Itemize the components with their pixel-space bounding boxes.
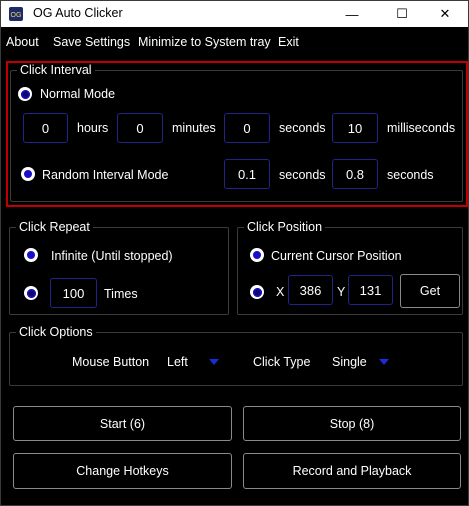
click-type-label: Click Type: [253, 355, 311, 369]
hours-label: hours: [77, 121, 109, 135]
seconds-label: seconds: [279, 121, 326, 135]
hours-input[interactable]: 0: [23, 113, 68, 143]
times-input[interactable]: 100: [50, 278, 97, 308]
click-position-legend: Click Position: [244, 220, 326, 234]
minutes-label: minutes: [172, 121, 216, 135]
milliseconds-input[interactable]: 10: [332, 113, 378, 143]
random-min-input[interactable]: 0.1: [224, 159, 270, 189]
y-input[interactable]: 131: [348, 275, 393, 305]
random-max-label: seconds: [387, 168, 434, 182]
menu-save-settings[interactable]: Save Settings: [53, 35, 130, 49]
click-options-legend: Click Options: [16, 325, 96, 339]
random-min-label: seconds: [279, 168, 326, 182]
mouse-button-label: Mouse Button: [72, 355, 150, 369]
menu-about[interactable]: About: [6, 35, 39, 49]
stop-button[interactable]: Stop (8): [243, 406, 461, 441]
change-hotkeys-button[interactable]: Change Hotkeys: [13, 453, 232, 489]
app-icon: OG: [9, 7, 23, 21]
title-bar[interactable]: OG OG Auto Clicker — ☐ ✕: [1, 1, 468, 27]
click-type-select[interactable]: Single: [332, 352, 392, 374]
pick-location-radio[interactable]: [250, 285, 264, 299]
click-type-value: Single: [332, 355, 367, 369]
click-repeat-group: Click Repeat: [9, 220, 229, 315]
get-button[interactable]: Get: [400, 274, 460, 308]
window-title: OG Auto Clicker: [33, 6, 123, 20]
mouse-button-select[interactable]: Left: [167, 352, 227, 374]
random-mode-radio[interactable]: [21, 167, 35, 181]
app-window: OG OG Auto Clicker — ☐ ✕ About Save Sett…: [0, 0, 469, 506]
minutes-input[interactable]: 0: [117, 113, 163, 143]
current-cursor-label: Current Cursor Position: [271, 249, 402, 263]
menu-bar: About Save Settings Minimize to System t…: [1, 31, 468, 53]
current-cursor-radio[interactable]: [250, 248, 264, 262]
milliseconds-label: milliseconds: [387, 121, 456, 135]
click-interval-legend: Click Interval: [17, 63, 95, 77]
chevron-down-icon: [379, 359, 389, 365]
random-mode-label: Random Interval Mode: [42, 168, 169, 182]
infinite-label: Infinite (Until stopped): [51, 249, 173, 263]
random-max-input[interactable]: 0.8: [332, 159, 378, 189]
seconds-input[interactable]: 0: [224, 113, 270, 143]
chevron-down-icon: [209, 359, 219, 365]
x-label: X: [276, 285, 285, 299]
click-repeat-legend: Click Repeat: [16, 220, 93, 234]
close-button[interactable]: ✕: [422, 1, 468, 27]
normal-mode-radio[interactable]: [18, 87, 32, 101]
normal-mode-label: Normal Mode: [40, 87, 116, 101]
times-radio[interactable]: [24, 286, 38, 300]
svg-text:OG: OG: [11, 12, 22, 19]
maximize-button[interactable]: ☐: [379, 1, 425, 27]
y-label: Y: [337, 285, 346, 299]
menu-minimize-to-tray[interactable]: Minimize to System tray: [138, 35, 271, 49]
menu-exit[interactable]: Exit: [278, 35, 299, 49]
mouse-button-value: Left: [167, 355, 188, 369]
infinite-radio[interactable]: [24, 248, 38, 262]
minimize-button[interactable]: —: [329, 1, 375, 27]
start-button[interactable]: Start (6): [13, 406, 232, 441]
record-playback-button[interactable]: Record and Playback: [243, 453, 461, 489]
times-label: Times: [104, 287, 138, 301]
x-input[interactable]: 386: [288, 275, 333, 305]
